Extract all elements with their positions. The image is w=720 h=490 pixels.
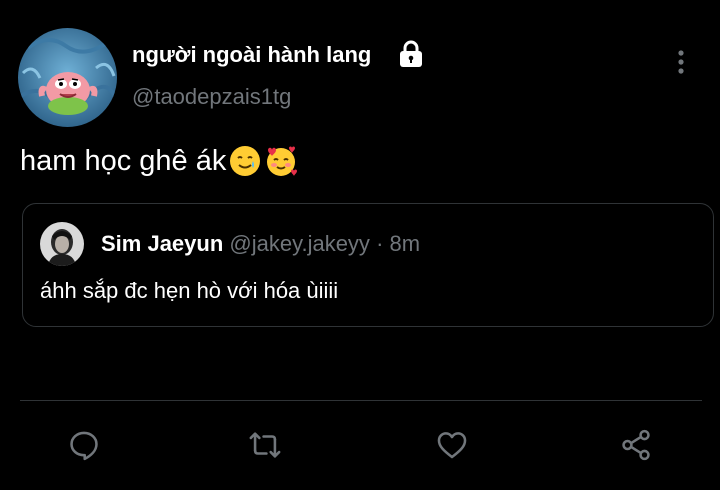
like-icon	[437, 432, 467, 459]
quoted-author-name[interactable]: Sim Jaeyun	[101, 231, 223, 256]
quoted-tweet-header: Sim Jaeyun @jakey.jakeyy · 8m	[101, 231, 420, 257]
smiling-face-with-hearts-emoji	[267, 146, 298, 176]
retweet-button[interactable]	[246, 426, 284, 464]
avatar-image	[18, 28, 117, 127]
retweet-icon	[249, 432, 281, 458]
separator-dot: ·	[376, 231, 384, 256]
author-avatar[interactable]	[18, 28, 117, 127]
like-button[interactable]	[433, 426, 471, 464]
quoted-author-avatar[interactable]	[40, 222, 84, 266]
quoted-avatar-image	[40, 222, 84, 266]
share-button[interactable]	[617, 426, 655, 464]
tweet-text-row: ham học ghê ák	[20, 144, 298, 178]
quoted-author-handle[interactable]: @jakey.jakeyy	[229, 231, 370, 256]
lock-icon	[400, 40, 422, 67]
quoted-tweet-card[interactable]: Sim Jaeyun @jakey.jakeyy · 8m áhh sắp đc…	[22, 203, 714, 327]
reply-button[interactable]	[65, 426, 103, 464]
author-display-name[interactable]: người ngoài hành lang	[132, 42, 371, 68]
quoted-tweet-text: áhh sắp đc hẹn hò với hóa ùiiii	[40, 278, 339, 303]
share-icon	[622, 429, 650, 461]
smiling-face-with-tear-emoji	[230, 146, 261, 176]
quoted-tweet-time[interactable]: 8m	[390, 231, 421, 256]
reply-icon	[70, 431, 98, 461]
author-handle[interactable]: @taodepzais1tg	[132, 84, 291, 110]
action-bar-divider	[20, 400, 702, 401]
more-options-icon[interactable]	[672, 48, 690, 76]
tweet-text: ham học ghê ák	[20, 144, 227, 177]
